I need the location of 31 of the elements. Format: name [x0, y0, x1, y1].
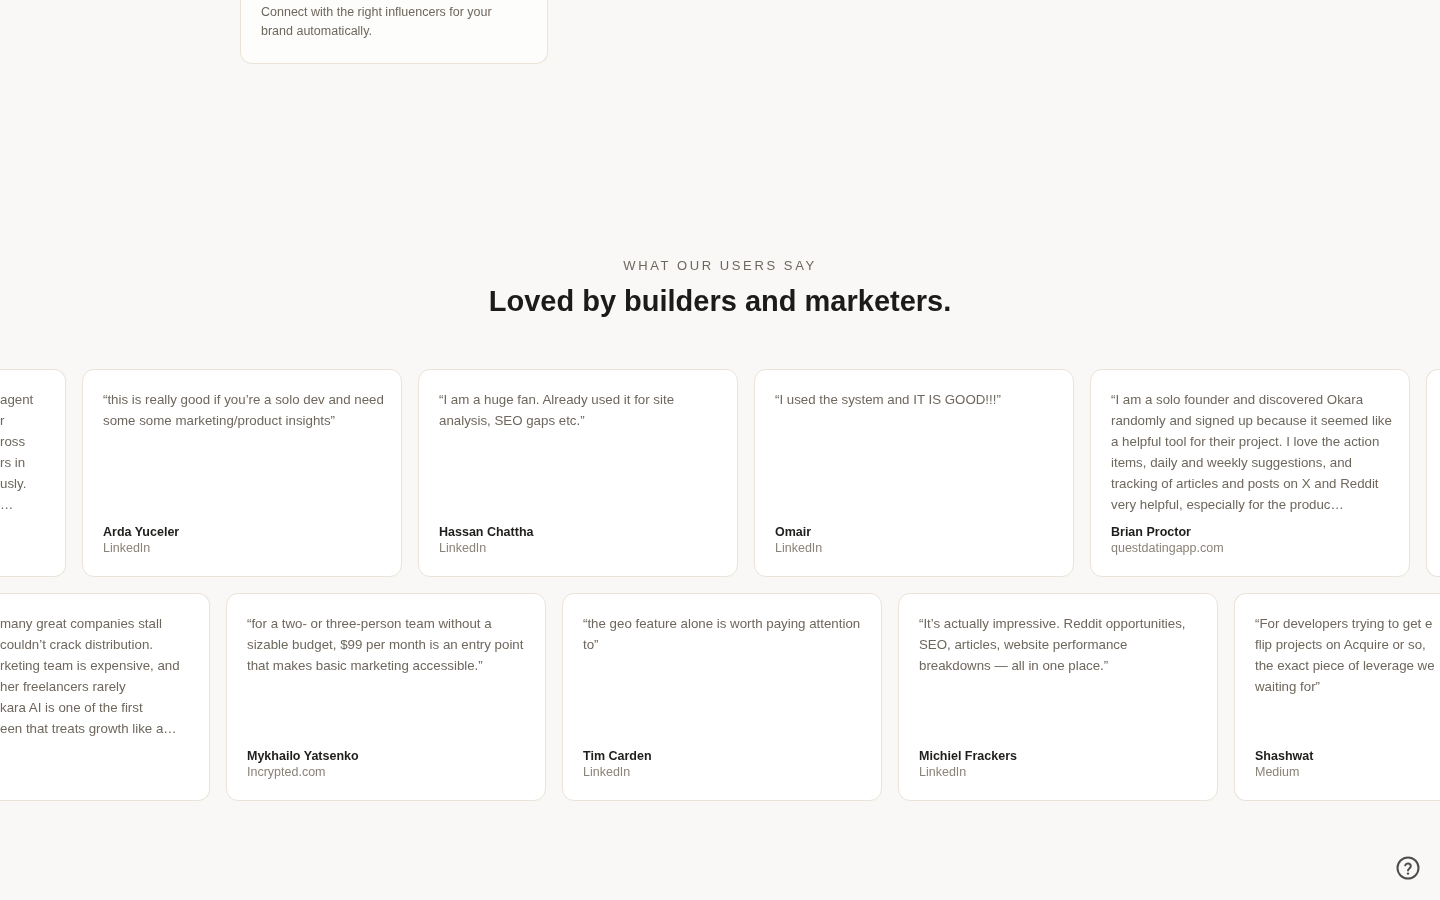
author-name: Michiel Frackers — [919, 748, 1017, 764]
testimonial-quote: “this is really good if you’re a solo dev and need some some marketing/product insights” — [103, 391, 384, 430]
author-name: Mykhailo Yatsenko — [247, 748, 359, 764]
testimonial-quote: “for a two- or three-person team without a sizable budget, $99 per month is an entry point that makes basic marketing accessible.” — [247, 615, 525, 675]
author-source: LinkedIn — [103, 540, 151, 556]
section-heading: Loved by builders and marketers. — [488, 284, 952, 319]
author-source: LinkedIn — [775, 540, 823, 556]
author-source: LinkedIn — [439, 540, 487, 556]
author-name: Omair — [775, 524, 812, 540]
author-source: Medium — [1255, 764, 1300, 780]
help-icon — [1396, 856, 1420, 880]
testimonial-quote: agent r ross rs in usly. … — [0, 391, 35, 514]
feature-description: Connect with the right influencers for your brand automatically. — [261, 4, 493, 40]
author-source: LinkedIn — [919, 764, 967, 780]
author-name: Shashwat — [1255, 748, 1314, 764]
testimonial-quote: “For developers trying to get e flip projects on Acquire or so, the exact piece of leverage we waiting for” — [1255, 615, 1436, 696]
testimonial-quote: many great companies stall couldn’t crack distribution. rketing team is expensive, and her freelancers rarely kara AI is one of the first een that treats growth like a… — [0, 615, 181, 738]
author-source: LinkedIn — [583, 764, 631, 780]
author-name: Hassan Chattha — [439, 524, 534, 540]
testimonial-quote: “I am a huge fan. Already used it for site analysis, SEO gaps etc.” — [439, 391, 676, 430]
author-name: Arda Yuceler — [103, 524, 180, 540]
author-name: Brian Proctor — [1111, 524, 1191, 540]
author-name: Tim Carden — [583, 748, 652, 764]
testimonial-quote: “I used the system and IT IS GOOD!!!” — [775, 391, 1002, 409]
section-eyebrow: WHAT OUR USERS SAY — [623, 258, 817, 274]
author-source: Incrypted.com — [247, 764, 326, 780]
author-source: questdatingapp.com — [1111, 540, 1224, 556]
testimonial-quote: “It’s actually impressive. Reddit opportunities, SEO, articles, website performance breakdowns — all in one place.” — [919, 615, 1187, 675]
help-button[interactable] — [1396, 856, 1420, 880]
testimonial-quote: “I am a solo founder and discovered Okara randomly and signed up because it seemed like a helpful tool for their project. I love the action items, daily and weekly suggestions, and tracking of articles and posts on X and Reddit very helpful, especially for the produc… — [1111, 391, 1392, 514]
testimonial-quote: “the geo feature alone is worth paying attention to” — [583, 615, 862, 654]
